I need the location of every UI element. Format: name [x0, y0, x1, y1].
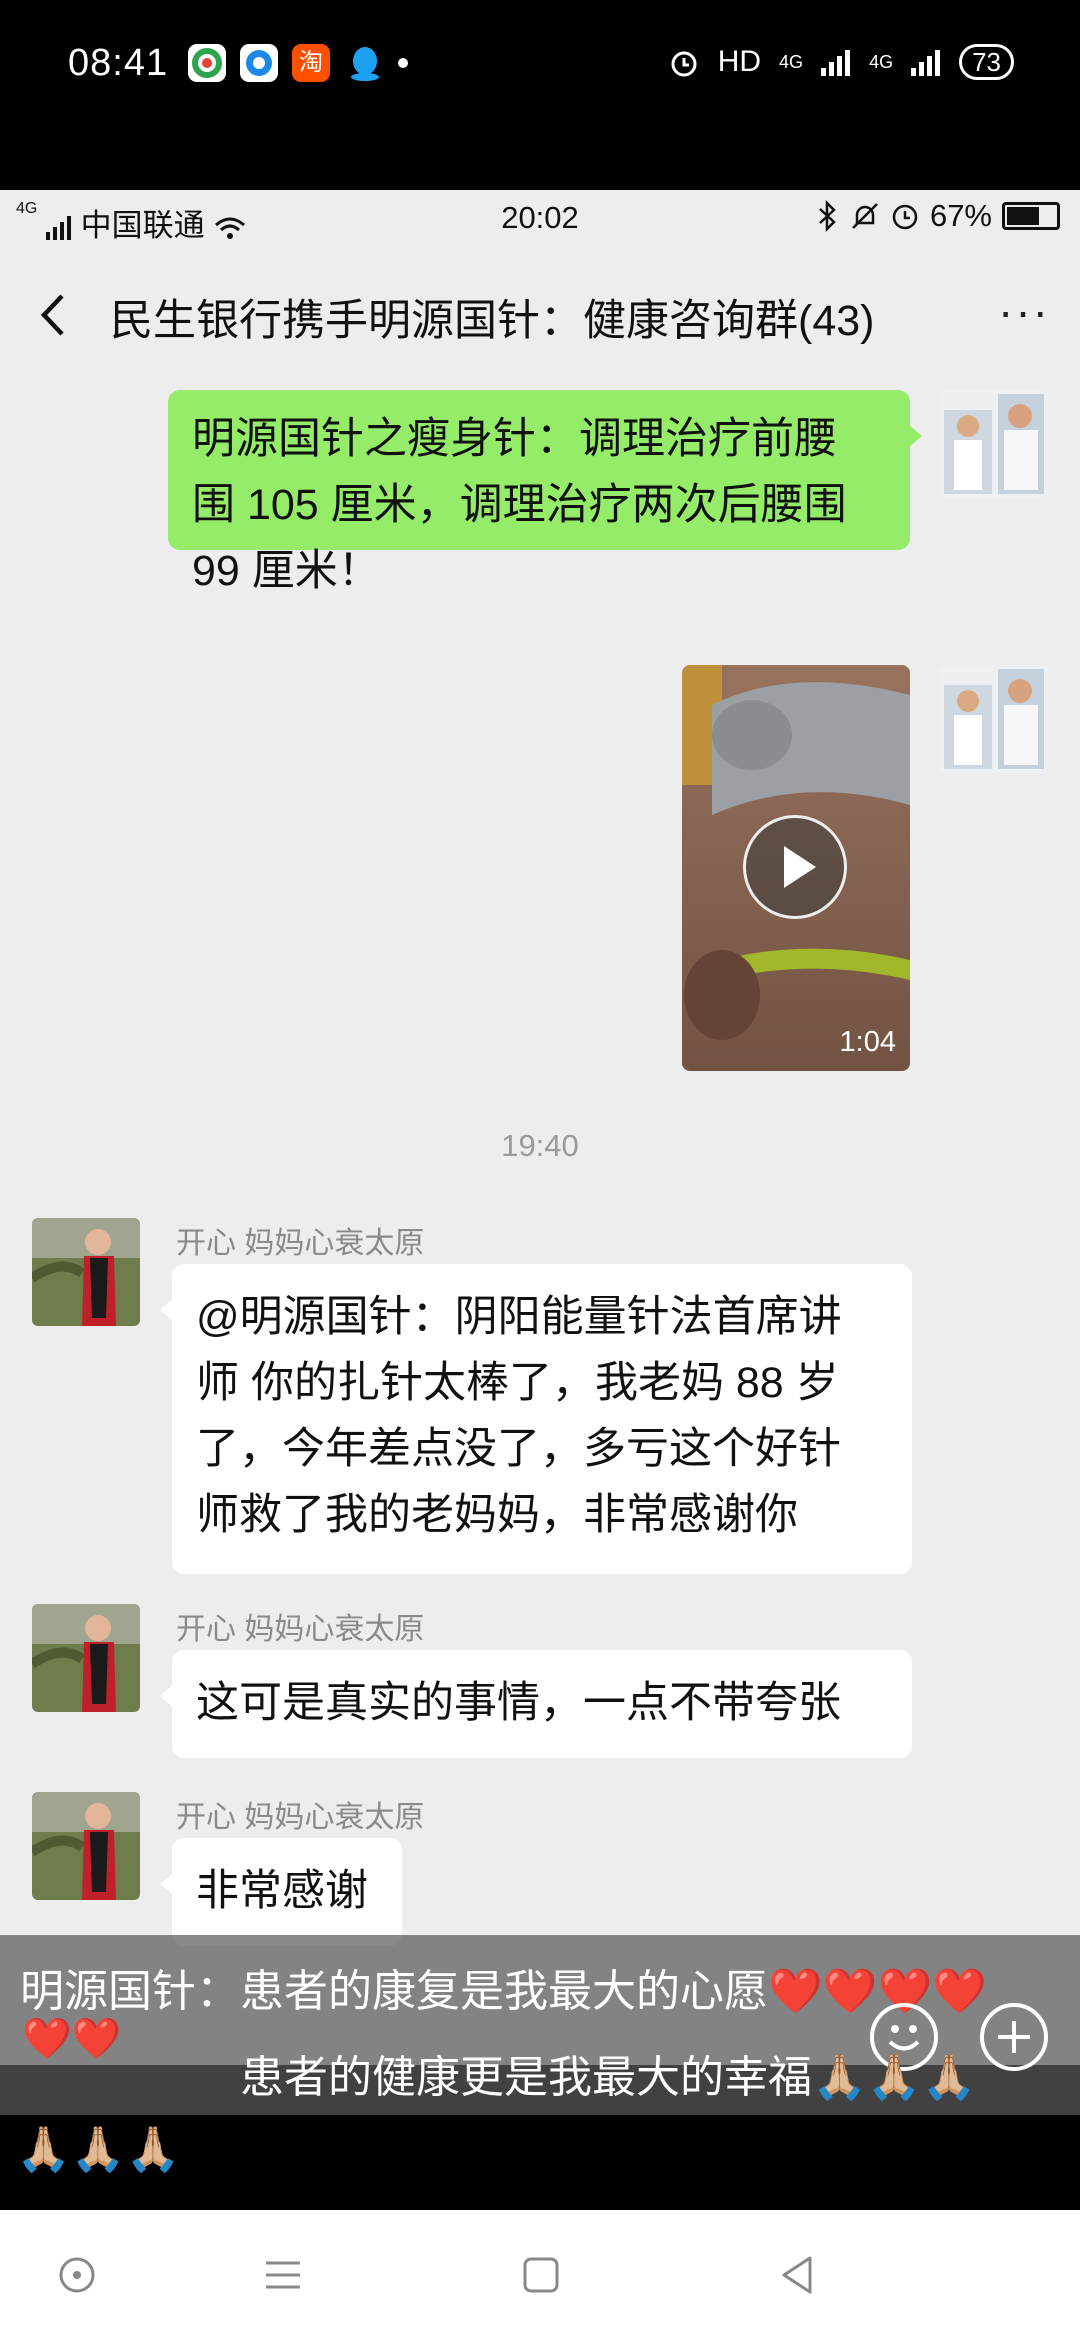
video-message[interactable]: 1:04 [682, 665, 910, 1071]
video-duration: 1:04 [839, 1026, 896, 1058]
qq-browser-icon [240, 44, 278, 82]
caption-hearts: ❤️❤️ [22, 2017, 122, 2061]
message-line: 明源国针之瘦身针：调理治疗前腰 [192, 415, 837, 463]
inner-battery-icon [1002, 202, 1060, 230]
message-text: 非常感谢 [196, 1867, 368, 1915]
message-bubble-received[interactable]: 非常感谢 [160, 1838, 402, 1946]
caption-line-2: 患者的健康更是我最大的幸福🙏🏼🙏🏼🙏🏼 [240, 2053, 977, 2102]
more-options-button[interactable]: ··· [998, 284, 1050, 338]
back-arrow-icon[interactable] [34, 290, 74, 340]
system-nav-bar [0, 2210, 1080, 2340]
message-line: 师救了我的老妈妈，非常感谢你 [196, 1491, 798, 1539]
mute-bell-icon [852, 203, 878, 229]
menu-icon[interactable] [260, 2252, 306, 2298]
chat-timestamp: 19:40 [501, 1128, 579, 1163]
home-icon[interactable] [518, 2252, 564, 2298]
inner-status-right: 67% [816, 198, 1060, 234]
message-line: @明源国针：阴阳能量针法首席讲 [196, 1293, 842, 1341]
sender-name: 开心 妈妈心衰太原 [176, 1227, 425, 1260]
inner-battery-text: 67% [929, 198, 992, 233]
message-line: 了，今年差点没了，多亏这个好针 [196, 1425, 841, 1473]
assistant-icon[interactable] [54, 2252, 100, 2298]
chat-title: 民生银行携手明源国针：健康咨询群(43) [110, 297, 875, 345]
caption-overlay: 明源国针：患者的康复是我最大的心愿❤️❤️❤️❤️ ❤️❤️ 患者的健康更是我最… [0, 1935, 1080, 2115]
caption-band-bottom: 🙏🏼🙏🏼🙏🏼 [0, 2115, 1080, 2210]
caption-line-1: 明源国针：患者的康复是我最大的心愿❤️❤️❤️❤️ [20, 1967, 988, 2016]
message-line: 围 105 厘米，调理治疗两次后腰围 [192, 481, 847, 529]
inner-alarm-icon [892, 204, 918, 230]
message-bubble-received[interactable]: @明源国针：阴阳能量针法首席讲 师 你的扎针太棒了，我老妈 88 岁 了，今年差… [160, 1264, 912, 1574]
add-button[interactable] [980, 2003, 1048, 2071]
sender-avatar[interactable] [32, 1218, 140, 1326]
qq-icon [348, 44, 382, 87]
my-avatar[interactable] [940, 665, 1048, 773]
caption-line-3: 🙏🏼🙏🏼🙏🏼 [16, 2125, 181, 2174]
network-label-2: 4G [869, 51, 894, 72]
play-icon[interactable] [743, 815, 847, 919]
phone-status-bar: 08:41 淘 HD 4G 4G 73 [0, 0, 1080, 190]
signal-icon-1 [821, 50, 851, 76]
chat-header: 民生银行携手明源国针：健康咨询群(43) ··· [0, 250, 1080, 380]
signal-icon-2 [911, 50, 941, 76]
message-bubble-sent[interactable]: 明源国针之瘦身针：调理治疗前腰 围 105 厘米，调理治疗两次后腰围 99 厘米… [168, 390, 922, 595]
alarm-icon [671, 51, 697, 77]
battery-indicator: 73 [959, 44, 1014, 80]
message-line: 师 你的扎针太棒了，我老妈 88 岁 [196, 1359, 839, 1407]
browser-icon [188, 44, 226, 82]
sender-name: 开心 妈妈心衰太原 [176, 1613, 425, 1646]
status-time: 08:41 [68, 42, 169, 84]
taobao-icon: 淘 [292, 44, 330, 82]
sender-avatar[interactable] [32, 1792, 140, 1900]
network-label-1: 4G [779, 51, 804, 72]
message-line: 99 厘米！ [192, 547, 381, 595]
notification-dot [398, 58, 408, 68]
sender-avatar[interactable] [32, 1604, 140, 1712]
message-text: 这可是真实的事情，一点不带夸张 [196, 1679, 841, 1727]
bluetooth-icon [819, 200, 836, 232]
message-bubble-received[interactable]: 这可是真实的事情，一点不带夸张 [160, 1650, 912, 1758]
back-icon[interactable] [774, 2252, 820, 2298]
chat-screenshot: 4G 中国联通 20:02 67% 民生银行携手明源国针：健康咨询群(43) ·… [0, 190, 1080, 2065]
sender-name: 开心 妈妈心衰太原 [176, 1801, 425, 1834]
hd-label: HD [717, 45, 762, 78]
status-right-group: HD 4G 4G 73 [668, 44, 1014, 80]
inner-status-bar: 4G 中国联通 20:02 67% [0, 190, 1080, 250]
my-avatar[interactable] [940, 390, 1048, 498]
